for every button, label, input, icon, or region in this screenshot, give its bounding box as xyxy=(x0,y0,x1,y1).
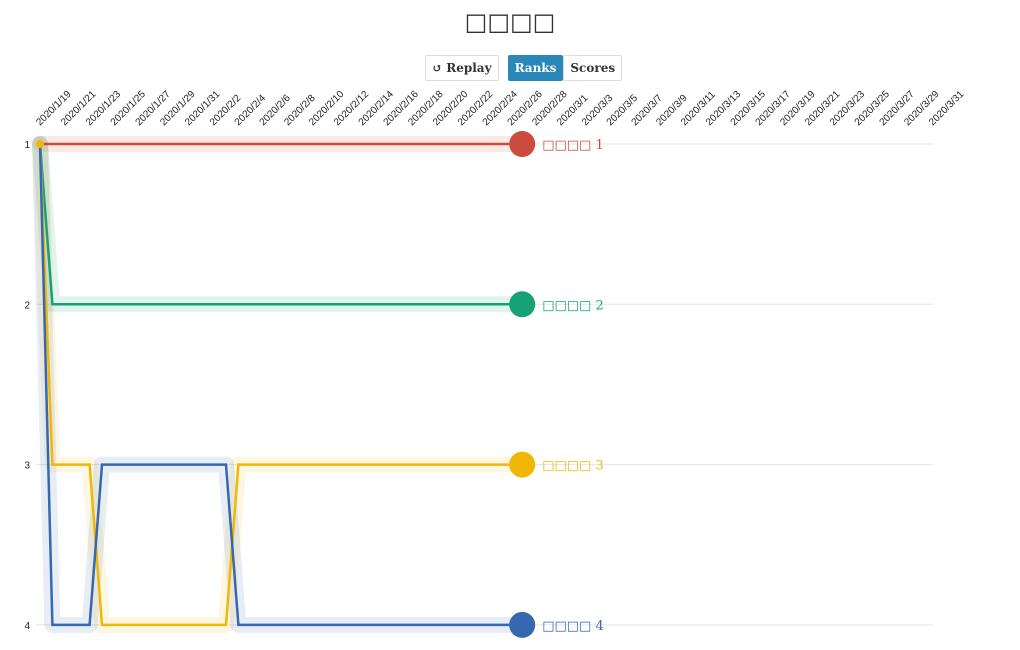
series-end-marker xyxy=(509,451,536,478)
series-line xyxy=(38,143,512,306)
series-end-marker xyxy=(509,131,536,157)
series-halo xyxy=(32,136,520,633)
bump-chart: 12342020/1/192020/1/212020/1/232020/1/25… xyxy=(24,89,967,638)
y-tick-label: 1 xyxy=(24,140,30,151)
series-label: □□□□ 4 xyxy=(542,619,604,634)
series-end-marker xyxy=(509,611,536,638)
series-halo xyxy=(32,136,520,313)
start-marker xyxy=(36,140,44,148)
series-halo xyxy=(32,136,520,633)
series-line xyxy=(38,143,512,627)
y-tick-label: 2 xyxy=(24,300,30,311)
y-tick-label: 4 xyxy=(24,621,30,632)
series-line xyxy=(38,143,512,627)
series-label: □□□□ 1 xyxy=(542,138,604,153)
y-tick-label: 3 xyxy=(24,461,30,472)
series-end-marker xyxy=(509,291,536,318)
series-label: □□□□ 3 xyxy=(542,459,604,474)
series-label: □□□□ 2 xyxy=(542,298,604,313)
